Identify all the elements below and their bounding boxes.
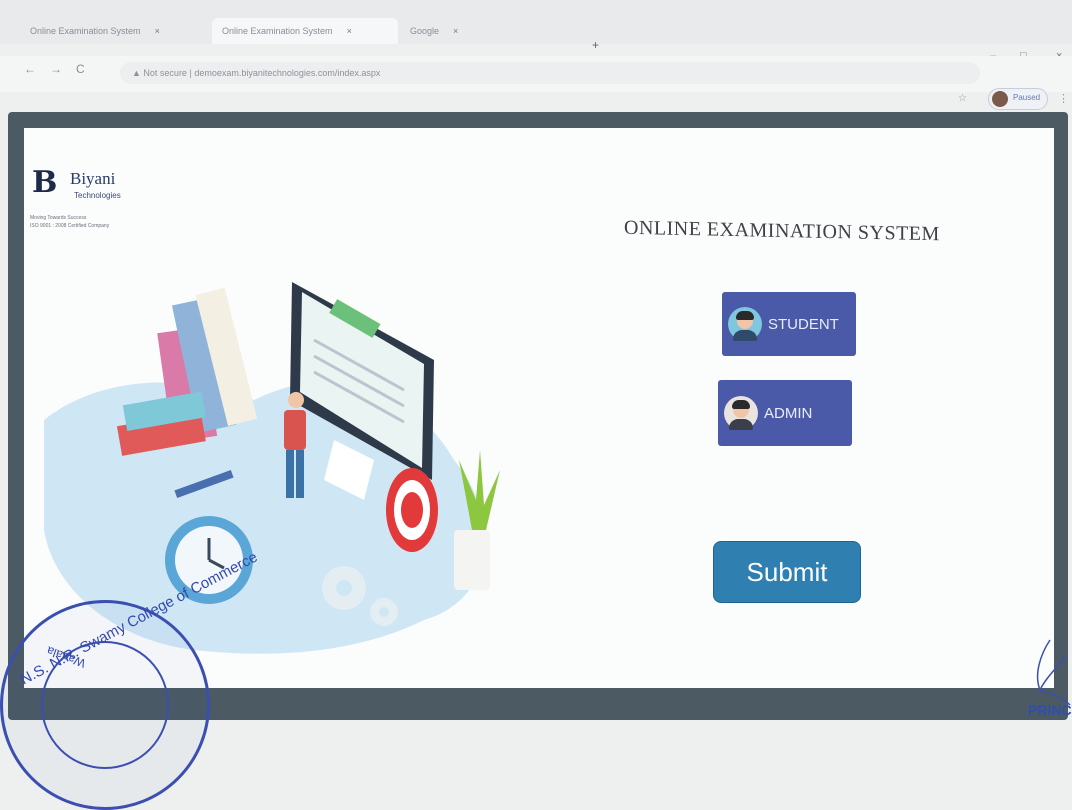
- logo-tagline: Moving Towards Success: [30, 215, 87, 221]
- forward-button[interactable]: →: [50, 62, 62, 76]
- browser-tab-bar: Online Examination System × Online Exami…: [0, 0, 1072, 44]
- browser-tab-3[interactable]: Google ×: [400, 18, 580, 44]
- logo-mark: B: [32, 165, 58, 200]
- principal-caption: PRINCIPAL: [1028, 702, 1072, 718]
- url-text: demoexam.biyanitechnologies.com/index.as…: [194, 68, 381, 78]
- avatar: [992, 91, 1008, 107]
- browser-tab-2[interactable]: Online Examination System ×: [212, 18, 398, 44]
- bookmark-star-icon[interactable]: ☆: [958, 93, 967, 104]
- tab-title: Google: [410, 26, 440, 36]
- security-label: Not secure: [143, 68, 187, 78]
- student-button[interactable]: STUDENT: [722, 292, 856, 356]
- admin-avatar-icon: [724, 396, 758, 430]
- tab-title: Online Examination System: [222, 26, 333, 36]
- warning-icon: ▲: [132, 68, 144, 78]
- admin-button[interactable]: ADMIN: [718, 380, 852, 446]
- reload-button[interactable]: C: [76, 62, 85, 76]
- tab-title: Online Examination System: [30, 26, 141, 36]
- student-label: STUDENT: [768, 315, 839, 333]
- admin-label: ADMIN: [764, 404, 813, 422]
- new-tab-button[interactable]: +: [592, 38, 599, 52]
- browser-menu-icon[interactable]: ⋮: [1058, 92, 1069, 105]
- browser-tab-1[interactable]: Online Examination System ×: [20, 18, 210, 44]
- submit-button[interactable]: Submit: [713, 541, 861, 603]
- profile-button[interactable]: Paused: [988, 88, 1048, 110]
- profile-label: Paused: [1013, 93, 1041, 102]
- tab-close-icon[interactable]: ×: [347, 26, 352, 36]
- tab-close-icon[interactable]: ×: [453, 26, 458, 36]
- back-button[interactable]: ←: [24, 62, 36, 76]
- target-icon: [386, 468, 438, 552]
- logo-subtitle: Technologies: [74, 191, 121, 200]
- biyani-logo: B Biyani Technologies Moving Towards Suc…: [30, 165, 140, 240]
- tab-close-icon[interactable]: ×: [155, 26, 160, 36]
- student-avatar-icon: [728, 307, 762, 341]
- address-bar[interactable]: ▲ Not secure | demoexam.biyanitechnologi…: [120, 62, 980, 84]
- logo-brand: Biyani: [70, 169, 116, 188]
- logo-certification: ISO 9001 : 2008 Certified Company: [30, 223, 110, 229]
